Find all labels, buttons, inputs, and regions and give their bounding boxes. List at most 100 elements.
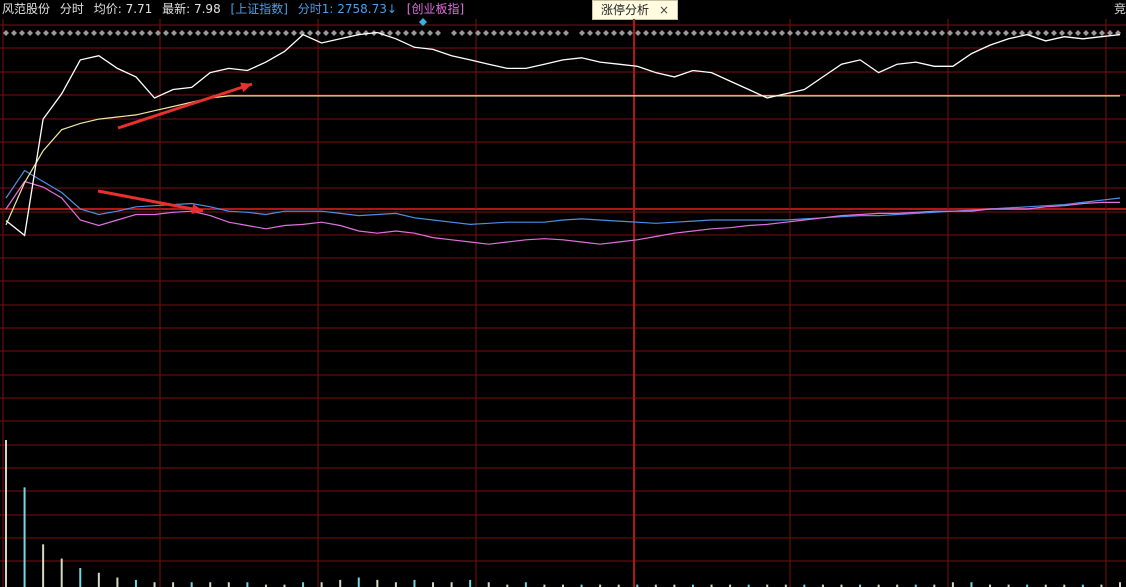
marker-diamond: [827, 30, 833, 36]
marker-diamond: [723, 30, 729, 36]
marker-diamond: [1043, 30, 1049, 36]
marker-diamond: [843, 30, 849, 36]
marker-diamond: [563, 30, 569, 36]
marker-diamond: [19, 30, 25, 36]
marker-diamond: [739, 30, 745, 36]
marker-diamond: [899, 30, 905, 36]
marker-diamond: [795, 30, 801, 36]
marker-diamond: [147, 30, 153, 36]
marker-diamond: [227, 30, 233, 36]
marker-diamond: [595, 30, 601, 36]
marker-diamond: [307, 30, 313, 36]
marker-diamond: [499, 30, 505, 36]
marker-diamond: [611, 30, 617, 36]
marker-diamond: [43, 30, 49, 36]
price-annotation-arrow-shaft: [117, 82, 253, 130]
marker-diamond: [91, 30, 97, 36]
marker-diamond: [851, 30, 857, 36]
marker-diamond: [587, 30, 593, 36]
event-marker-row: [3, 18, 1121, 36]
marker-diamond: [411, 30, 417, 36]
marker-diamond: [1003, 30, 1009, 36]
marker-diamond: [179, 30, 185, 36]
marker-diamond: [323, 30, 329, 36]
marker-diamond: [163, 30, 169, 36]
marker-diamond: [59, 30, 65, 36]
marker-diamond: [523, 30, 529, 36]
marker-diamond: [3, 30, 9, 36]
marker-diamond: [115, 30, 121, 36]
marker-diamond: [891, 30, 897, 36]
marker-diamond: [731, 30, 737, 36]
marker-diamond: [939, 30, 945, 36]
marker-diamond: [907, 30, 913, 36]
marker-diamond: [835, 30, 841, 36]
marker-diamond: [923, 30, 929, 36]
marker-diamond: [1051, 30, 1057, 36]
marker-diamond: [779, 30, 785, 36]
marker-diamond: [483, 30, 489, 36]
marker-diamond: [619, 30, 625, 36]
marker-diamond: [531, 30, 537, 36]
marker-diamond: [451, 30, 457, 36]
marker-diamond: [347, 30, 353, 36]
marker-diamond: [203, 30, 209, 36]
marker-diamond: [427, 30, 433, 36]
marker-diamond: [963, 30, 969, 36]
marker-diamond: [659, 30, 665, 36]
marker-diamond: [403, 30, 409, 36]
marker-diamond: [171, 30, 177, 36]
marker-diamond: [1035, 30, 1041, 36]
marker-diamond: [955, 30, 961, 36]
marker-diamond: [979, 30, 985, 36]
marker-diamond: [275, 30, 281, 36]
marker-diamond: [819, 30, 825, 36]
marker-diamond: [211, 30, 217, 36]
marker-diamond: [123, 30, 129, 36]
marker-diamond: [107, 30, 113, 36]
marker-diamond: [643, 30, 649, 36]
marker-diamond: [971, 30, 977, 36]
marker-diamond: [35, 30, 41, 36]
marker-diamond: [515, 30, 521, 36]
marker-diamond: [219, 30, 225, 36]
marker-diamond: [787, 30, 793, 36]
chart-grid: [0, 19, 1126, 587]
marker-diamond: [803, 30, 809, 36]
marker-diamond: [579, 30, 585, 36]
marker-diamond: [675, 30, 681, 36]
marker-diamond: [547, 30, 553, 36]
marker-diamond: [883, 30, 889, 36]
marker-diamond: [667, 30, 673, 36]
marker-diamond: [715, 30, 721, 36]
marker-diamond: [387, 30, 393, 36]
marker-diamond: [691, 30, 697, 36]
marker-diamond: [1011, 30, 1017, 36]
marker-diamond: [683, 30, 689, 36]
marker-diamond: [99, 30, 105, 36]
marker-diamond: [467, 30, 473, 36]
marker-diamond: [1059, 30, 1065, 36]
marker-diamond: [707, 30, 713, 36]
intraday-chart[interactable]: [0, 0, 1126, 587]
marker-diamond: [331, 30, 337, 36]
marker-diamond: [243, 30, 249, 36]
marker-diamond: [395, 30, 401, 36]
marker-diamond: [27, 30, 33, 36]
marker-diamond: [259, 30, 265, 36]
marker-diamond: [915, 30, 921, 36]
marker-diamond: [75, 30, 81, 36]
marker-diamond: [491, 30, 497, 36]
marker-diamond: [699, 30, 705, 36]
marker-diamond: [435, 30, 441, 36]
marker-diamond: [539, 30, 545, 36]
marker-diamond: [235, 30, 241, 36]
marker-diamond: [339, 30, 345, 36]
marker-diamond: [459, 30, 465, 36]
marker-diamond: [1091, 30, 1097, 36]
marker-diamond: [603, 30, 609, 36]
marker-diamond: [139, 30, 145, 36]
marker-diamond: [67, 30, 73, 36]
marker-diamond: [627, 30, 633, 36]
marker-diamond: [811, 30, 817, 36]
